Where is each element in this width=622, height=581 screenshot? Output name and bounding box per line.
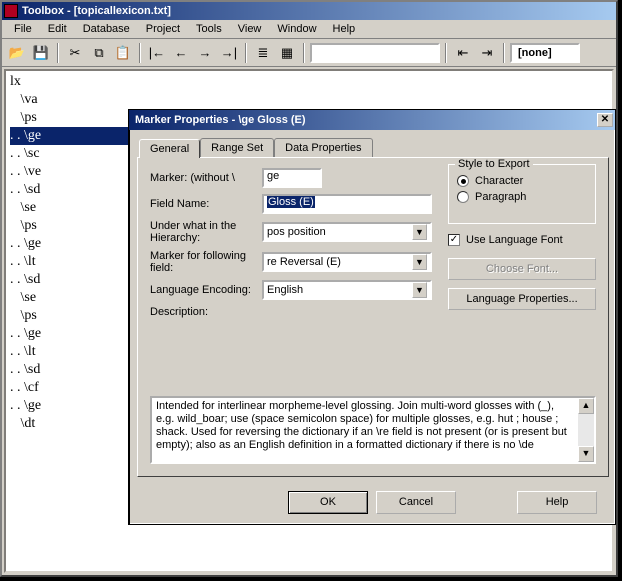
separator — [245, 43, 247, 63]
tab-panel-general: Marker: (without \ ge Field Name: Gloss … — [137, 157, 609, 477]
status-combo[interactable]: [none] — [510, 43, 580, 63]
menu-project[interactable]: Project — [138, 21, 188, 37]
chevron-down-icon[interactable]: ▼ — [412, 282, 427, 298]
find-next-icon[interactable]: ⇥ — [476, 42, 498, 64]
separator — [303, 43, 305, 63]
separator — [139, 43, 141, 63]
following-combo[interactable]: re Reversal (E) ▼ — [262, 252, 432, 272]
tree-row[interactable]: \va — [10, 91, 608, 109]
app-icon — [4, 4, 18, 18]
language-value: English — [267, 284, 303, 296]
radio-character-label: Character — [475, 175, 523, 187]
toolbar: 📂 💾 ✂ ⧉ 📋 |← ← → →| ≣ ▦ ⇤ ⇥ [none] — [2, 39, 616, 67]
save-icon[interactable]: 💾 — [30, 42, 52, 64]
radio-paragraph-label: Paragraph — [475, 191, 526, 203]
use-language-font-checkbox[interactable]: ✓ — [448, 234, 460, 246]
scroll-track[interactable] — [578, 414, 594, 446]
cut-icon[interactable]: ✂ — [64, 42, 86, 64]
menu-file[interactable]: File — [6, 21, 40, 37]
menu-window[interactable]: Window — [269, 21, 324, 37]
hierarchy-combo[interactable]: pos position ▼ — [262, 222, 432, 242]
last-record-icon[interactable]: →| — [218, 42, 240, 64]
hierarchy-value: pos position — [267, 226, 326, 238]
language-properties-button[interactable]: Language Properties... — [448, 288, 596, 310]
description-textarea[interactable]: Intended for interlinear morpheme-level … — [152, 398, 578, 462]
field-name-label: Field Name: — [150, 198, 262, 210]
first-record-icon[interactable]: |← — [146, 42, 168, 64]
menu-bar: File Edit Database Project Tools View Wi… — [2, 20, 616, 39]
radio-paragraph[interactable] — [457, 191, 469, 203]
following-label: Marker for following field: — [150, 250, 262, 274]
ok-button[interactable]: OK — [288, 491, 368, 514]
grid-view-icon[interactable]: ▦ — [276, 42, 298, 64]
next-record-icon[interactable]: → — [194, 42, 216, 64]
app-title-bar: Toolbox - [topicallexicon.txt] — [2, 2, 616, 20]
list-view-icon[interactable]: ≣ — [252, 42, 274, 64]
hierarchy-label: Under what in the Hierarchy: — [150, 220, 262, 244]
menu-view[interactable]: View — [230, 21, 270, 37]
marker-input[interactable]: ge — [262, 168, 322, 188]
radio-character-row[interactable]: Character — [457, 175, 587, 187]
prev-record-icon[interactable]: ← — [170, 42, 192, 64]
tree-row[interactable]: lx — [10, 73, 608, 91]
scroll-down-icon[interactable]: ▼ — [578, 446, 594, 462]
cancel-button[interactable]: Cancel — [376, 491, 456, 514]
find-prev-icon[interactable]: ⇤ — [452, 42, 474, 64]
radio-character[interactable] — [457, 175, 469, 187]
close-icon[interactable]: ✕ — [597, 113, 613, 127]
separator — [445, 43, 447, 63]
language-combo[interactable]: English ▼ — [262, 280, 432, 300]
help-button[interactable]: Help — [517, 491, 597, 514]
menu-tools[interactable]: Tools — [188, 21, 230, 37]
description-scrollbar[interactable]: ▲ ▼ — [578, 398, 594, 462]
dialog-title: Marker Properties - \ge Gloss (E) — [135, 114, 306, 126]
app-title: Toolbox - [topicallexicon.txt] — [22, 5, 171, 17]
tab-data-properties[interactable]: Data Properties — [274, 138, 372, 157]
open-icon[interactable]: 📂 — [6, 42, 28, 64]
menu-help[interactable]: Help — [325, 21, 364, 37]
search-combo[interactable] — [310, 43, 440, 63]
paste-icon[interactable]: 📋 — [112, 42, 134, 64]
radio-paragraph-row[interactable]: Paragraph — [457, 191, 587, 203]
language-label: Language Encoding: — [150, 284, 262, 296]
chevron-down-icon[interactable]: ▼ — [412, 254, 427, 270]
following-value: re Reversal (E) — [267, 256, 341, 268]
dialog-title-bar[interactable]: Marker Properties - \ge Gloss (E) ✕ — [129, 110, 615, 130]
menu-database[interactable]: Database — [75, 21, 138, 37]
style-group-legend: Style to Export — [455, 158, 533, 170]
tab-general[interactable]: General — [139, 139, 200, 158]
separator — [503, 43, 505, 63]
chevron-down-icon[interactable]: ▼ — [412, 224, 427, 240]
dialog-button-row: OK Cancel Help — [129, 491, 615, 514]
use-language-font-label: Use Language Font — [466, 234, 563, 246]
tab-strip: General Range Set Data Properties — [139, 138, 373, 157]
marker-properties-dialog: Marker Properties - \ge Gloss (E) ✕ Gene… — [128, 109, 616, 525]
choose-font-button: Choose Font... — [448, 258, 596, 280]
separator — [57, 43, 59, 63]
menu-edit[interactable]: Edit — [40, 21, 75, 37]
description-box: Intended for interlinear morpheme-level … — [150, 396, 596, 464]
marker-label: Marker: (without \ — [150, 172, 262, 184]
use-language-font-row[interactable]: ✓ Use Language Font — [448, 234, 596, 246]
field-name-input[interactable]: Gloss (E) — [262, 194, 432, 214]
tab-range-set[interactable]: Range Set — [200, 138, 274, 157]
style-to-export-group: Style to Export Character Paragraph — [448, 164, 596, 224]
scroll-up-icon[interactable]: ▲ — [578, 398, 594, 414]
copy-icon[interactable]: ⧉ — [88, 42, 110, 64]
